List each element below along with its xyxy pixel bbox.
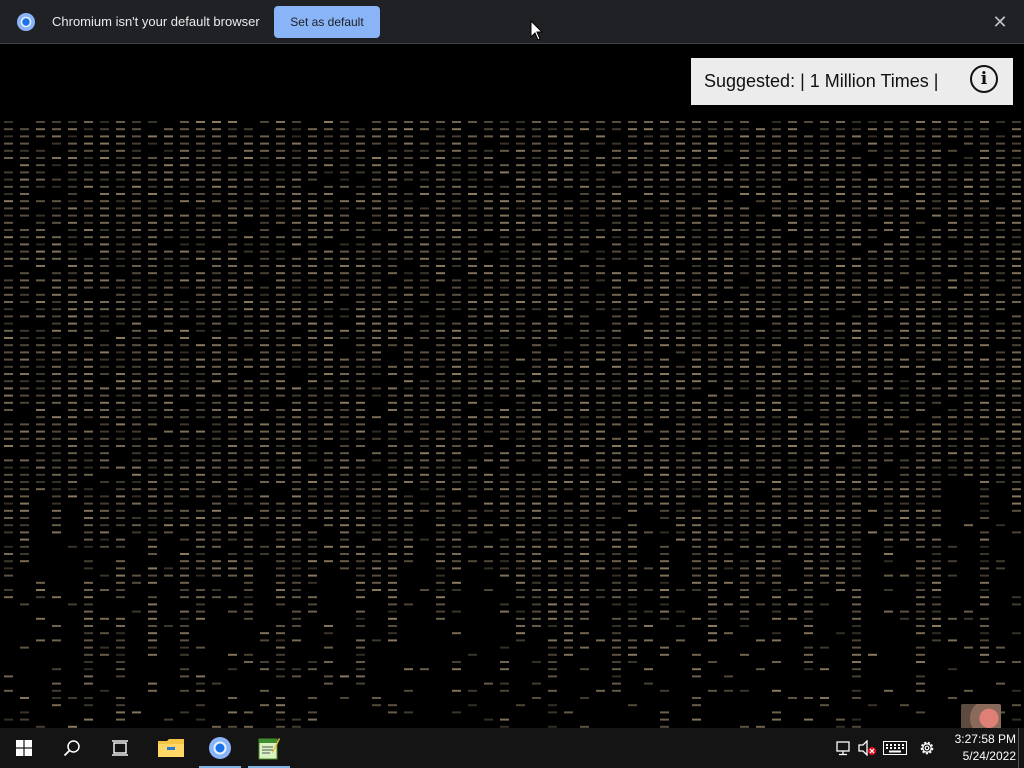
task-view-button[interactable] bbox=[96, 728, 144, 768]
taskbar: 3:27:58 PM 5/24/2022 bbox=[0, 728, 1024, 768]
close-icon[interactable]: ✕ bbox=[990, 12, 1010, 32]
page-viewport: Suggested: | 1 Million Times | i bbox=[0, 45, 1024, 728]
folder-icon bbox=[158, 739, 184, 757]
mouse-cursor-icon bbox=[530, 20, 544, 41]
search-button[interactable] bbox=[48, 728, 96, 768]
search-icon bbox=[63, 740, 80, 757]
chromium-icon bbox=[209, 737, 231, 759]
show-desktop-button[interactable] bbox=[1018, 728, 1024, 768]
keyboard-icon[interactable] bbox=[883, 738, 907, 758]
task-view-icon bbox=[112, 740, 128, 756]
default-browser-infobar: Chromium isn't your default browser Set … bbox=[0, 0, 1024, 44]
matrix-rain-canvas bbox=[4, 121, 1021, 728]
chromium-icon bbox=[17, 13, 35, 31]
notepad-taskbar-button[interactable] bbox=[248, 728, 290, 768]
windows-logo-icon bbox=[16, 740, 32, 756]
network-icon[interactable] bbox=[833, 738, 853, 758]
clock[interactable]: 3:27:58 PM 5/24/2022 bbox=[944, 731, 1016, 765]
suggestion-text: Suggested: | 1 Million Times | bbox=[704, 71, 939, 91]
start-button[interactable] bbox=[0, 728, 48, 768]
volume-muted-icon[interactable] bbox=[857, 738, 877, 758]
notepad-icon bbox=[258, 738, 280, 760]
file-explorer-button[interactable] bbox=[147, 728, 195, 768]
clock-date: 5/24/2022 bbox=[962, 749, 1016, 763]
set-as-default-button[interactable]: Set as default bbox=[274, 6, 380, 38]
chromium-taskbar-button[interactable] bbox=[199, 728, 241, 768]
info-icon[interactable]: i bbox=[970, 65, 998, 93]
suggestion-banner: Suggested: | 1 Million Times | i bbox=[691, 58, 1013, 105]
user-avatar bbox=[961, 704, 1001, 730]
infobar-message: Chromium isn't your default browser bbox=[52, 14, 260, 29]
settings-icon[interactable] bbox=[917, 738, 937, 758]
clock-time: 3:27:58 PM bbox=[954, 732, 1016, 746]
